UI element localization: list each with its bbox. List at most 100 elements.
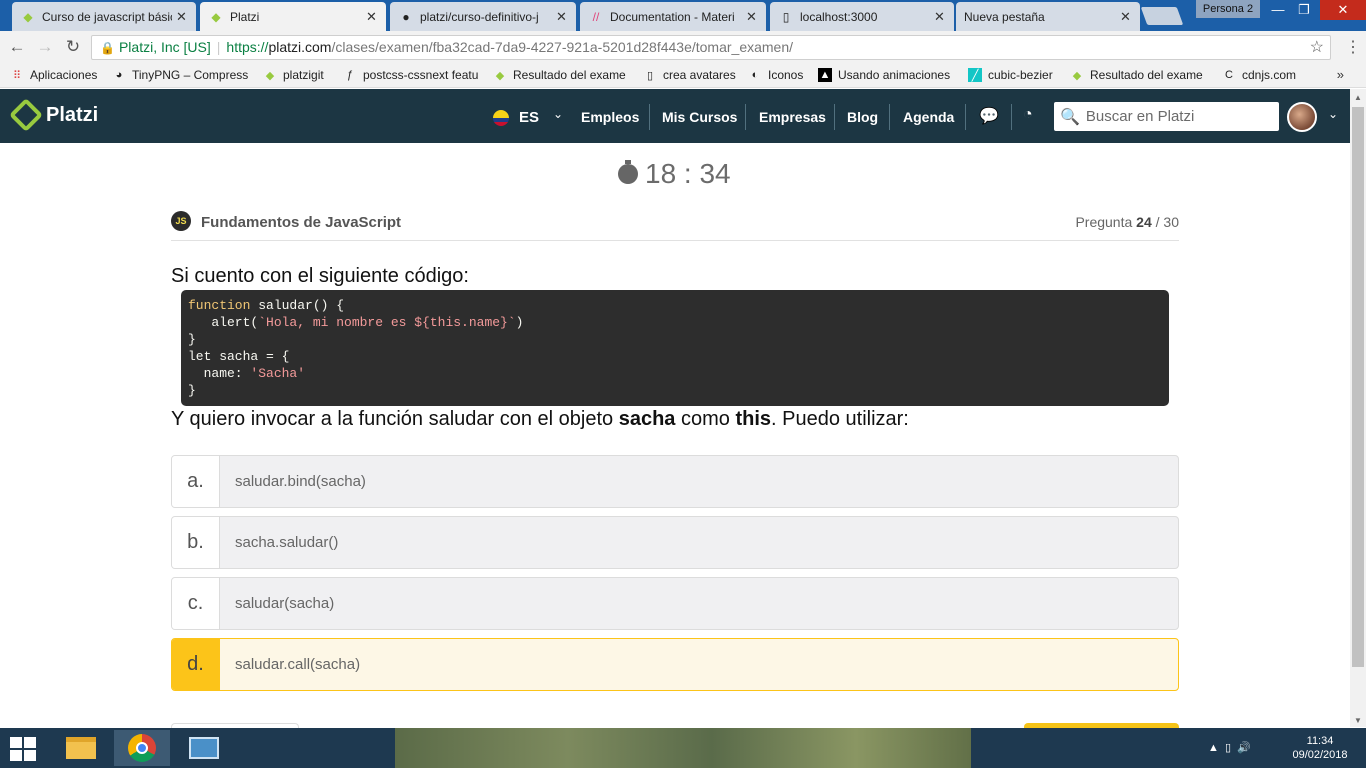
question-counter: Pregunta 24 / 30 <box>1075 214 1179 230</box>
more-bookmarks-icon[interactable]: » <box>1337 67 1344 82</box>
desktop-wallpaper-strip <box>395 728 971 768</box>
close-tab-icon[interactable]: ✕ <box>746 9 758 25</box>
course-info-row: JS Fundamentos de JavaScript Pregunta 24… <box>171 210 1179 241</box>
nav-empleos[interactable]: Empleos <box>581 109 639 125</box>
apps-grid-icon: ⠿ <box>12 69 22 82</box>
page-icon: ▯ <box>782 9 790 24</box>
option-text: saludar.bind(sacha) <box>235 473 366 490</box>
platzi-favicon-icon: ◆ <box>23 9 33 24</box>
bookmark-animaciones[interactable]: ▲ Usando animaciones <box>818 68 950 82</box>
colombia-flag-icon <box>493 110 509 126</box>
panda-icon: ◕ <box>115 69 123 81</box>
tab-nueva-pestana[interactable]: Nueva pestaña ✕ <box>956 2 1140 31</box>
search-input[interactable] <box>1085 108 1276 125</box>
notifications-icon[interactable]: ◔ <box>1023 106 1033 124</box>
github-icon: ● <box>402 9 410 24</box>
cdnjs-icon: C <box>1225 69 1233 81</box>
question-intro: Si cuento con el siguiente código: <box>171 265 469 287</box>
maximize-icon[interactable]: ❐ <box>1288 0 1320 20</box>
close-tab-icon[interactable]: ✕ <box>1120 9 1132 25</box>
answer-option-b[interactable]: b. sacha.saludar() <box>171 516 1179 569</box>
taskbar-clock[interactable]: 11:34 09/02/2018 <box>1290 734 1350 762</box>
scroll-down-icon[interactable]: ▼ <box>1350 716 1366 725</box>
close-tab-icon[interactable]: ✕ <box>556 9 568 25</box>
back-arrow-icon[interactable]: ← <box>6 36 28 58</box>
materialize-icon: // <box>592 9 600 24</box>
tab-platzi[interactable]: ◆ Platzi ✕ <box>200 2 386 31</box>
tab-github[interactable]: ● platzi/curso-definitivo-j ✕ <box>390 2 576 31</box>
window-close-icon[interactable]: ✕ <box>1320 0 1366 20</box>
chat-bubble-icon[interactable]: 💬 <box>979 106 999 126</box>
avatar[interactable] <box>1287 102 1317 132</box>
answer-option-a[interactable]: a. saludar.bind(sacha) <box>171 455 1179 508</box>
windows-start-icon[interactable] <box>10 737 38 761</box>
option-letter: a. <box>172 456 220 507</box>
profile-button[interactable]: Persona 2 <box>1196 0 1260 18</box>
option-text: saludar(sacha) <box>235 595 335 612</box>
nav-blog[interactable]: Blog <box>847 109 878 125</box>
chevron-down-icon[interactable]: ⌄ <box>553 107 563 121</box>
close-tab-icon[interactable]: ✕ <box>934 9 946 25</box>
option-letter: d. <box>172 639 220 690</box>
stopwatch-icon <box>618 160 638 184</box>
lock-icon: 🔒 <box>100 41 115 55</box>
file-explorer-icon[interactable] <box>53 730 109 766</box>
nav-mis-cursos[interactable]: Mis Cursos <box>662 109 737 125</box>
tab-curso-javascript[interactable]: ◆ Curso de javascript básic ✕ <box>12 2 196 31</box>
bookmark-apps[interactable]: ⠿ Aplicaciones <box>10 68 97 82</box>
platzi-logo-icon <box>9 98 43 132</box>
platzi-favicon-icon: ◆ <box>211 9 221 24</box>
page-icon: ▯ <box>646 69 654 82</box>
option-letter: c. <box>172 578 220 629</box>
javascript-badge-icon: JS <box>171 211 191 231</box>
photos-app-icon[interactable] <box>176 730 232 766</box>
scroll-up-icon[interactable]: ▲ <box>1350 93 1366 102</box>
forward-arrow-icon[interactable]: → <box>34 36 56 58</box>
language-selector[interactable]: ES <box>519 109 539 126</box>
exam-timer: 18 : 34 <box>618 158 731 190</box>
nav-agenda[interactable]: Agenda <box>903 109 954 125</box>
nav-empresas[interactable]: Empresas <box>759 109 826 125</box>
bookmark-postcss[interactable]: ƒ postcss-cssnext featu <box>343 68 478 82</box>
address-bar[interactable]: 🔒 Platzi, Inc [US] | https://platzi.com/cla… <box>91 35 1331 60</box>
bookmarks-bar: ⠿ Aplicaciones ◕ TinyPNG – Compress ◆ platz… <box>0 64 1366 88</box>
bookmark-cdnjs[interactable]: Ccdnjs.com <box>1222 68 1296 82</box>
option-text: saludar.call(sacha) <box>235 656 361 673</box>
answer-option-c[interactable]: c. saludar(sacha) <box>171 577 1179 630</box>
platzi-favicon-icon: ◆ <box>1072 69 1082 82</box>
system-tray[interactable]: ▲ ▯ 🔊 <box>1208 741 1251 754</box>
page-scrollbar[interactable]: ▲ ▼ <box>1350 89 1366 727</box>
reload-icon[interactable]: ↻ <box>62 36 84 58</box>
course-name: Fundamentos de JavaScript <box>201 214 402 231</box>
bookmark-iconos[interactable]: ◐ Iconos <box>748 68 804 82</box>
bookmark-tinypng[interactable]: ◕ TinyPNG – Compress <box>112 68 249 82</box>
bookmark-crea-avatares[interactable]: ▯ crea avatares <box>643 68 736 82</box>
tab-localhost[interactable]: ▯ localhost:3000 ✕ <box>770 2 954 31</box>
question-text: Y quiero invocar a la función saludar co… <box>171 408 909 430</box>
search-box: 🔍 <box>1054 102 1279 131</box>
glasses-icon: ◐ <box>751 69 759 81</box>
option-text: sacha.saludar() <box>235 534 339 551</box>
search-icon: 🔍 <box>1060 108 1080 126</box>
browser-menu-icon[interactable]: ⋮ <box>1345 37 1361 57</box>
bookmark-cubic-bezier[interactable]: ╱ cubic-bezier <box>968 68 1053 82</box>
bezier-icon: ╱ <box>968 68 982 82</box>
scrollbar-thumb[interactable] <box>1352 107 1364 667</box>
close-tab-icon[interactable]: ✕ <box>366 9 378 25</box>
platzi-favicon-icon: ◆ <box>495 69 505 82</box>
tab-documentation[interactable]: // Documentation - Materi ✕ <box>580 2 766 31</box>
chrome-icon[interactable] <box>114 730 170 766</box>
browser-tabstrip: ◆ Curso de javascript básic ✕ ◆ Platzi ✕… <box>0 0 1366 31</box>
platzi-logo[interactable]: Platzi <box>9 98 98 132</box>
bookmark-resultado-1[interactable]: ◆ Resultado del exame <box>493 68 626 82</box>
postcss-icon: ƒ <box>346 69 354 81</box>
mdn-icon: ▲ <box>818 68 832 82</box>
bookmark-platzigit[interactable]: ◆ platzigit <box>263 68 324 82</box>
answer-option-d[interactable]: d. saludar.call(sacha) <box>171 638 1179 691</box>
windows-taskbar: ▲ ▯ 🔊 11:34 09/02/2018 <box>0 728 1366 768</box>
chevron-down-icon[interactable]: ⌄ <box>1328 107 1338 121</box>
bookmark-resultado-2[interactable]: ◆ Resultado del exame <box>1070 68 1203 82</box>
new-tab-button[interactable] <box>1140 7 1184 25</box>
close-tab-icon[interactable]: ✕ <box>176 9 188 25</box>
bookmark-star-icon[interactable]: ☆ <box>1310 36 1324 59</box>
